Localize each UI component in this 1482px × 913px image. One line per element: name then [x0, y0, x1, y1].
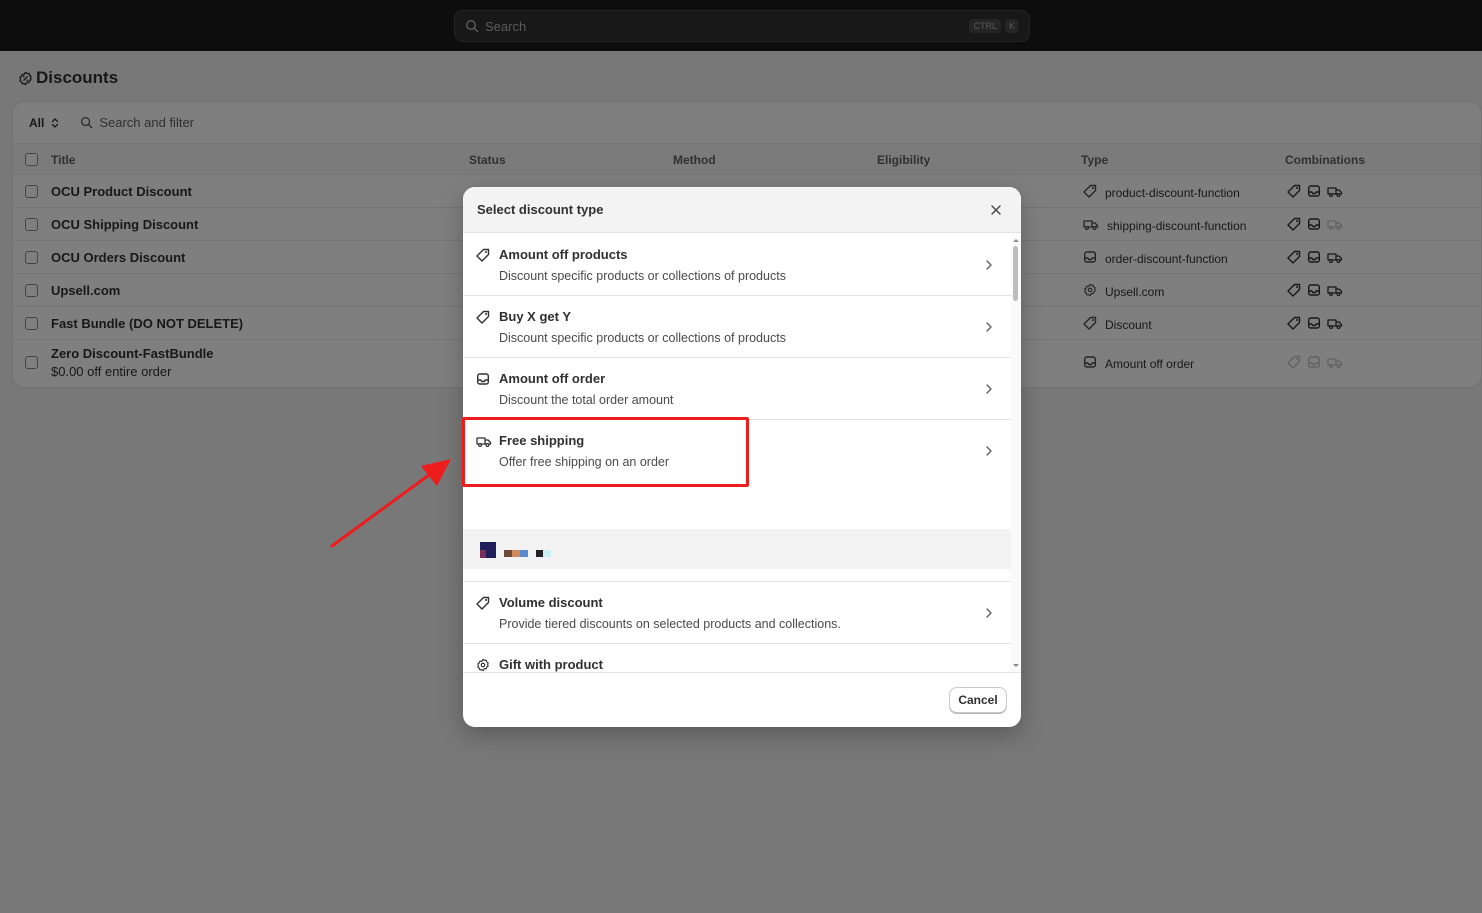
option-title: Amount off order [499, 371, 606, 386]
option-description: Discount specific products or collection… [499, 269, 786, 283]
promo-banner [463, 529, 1011, 569]
tag-icon [476, 248, 490, 265]
app-icon [476, 658, 490, 672]
annotation-arrow-icon [330, 459, 451, 548]
modal-scrollbar[interactable] [1011, 234, 1021, 672]
close-icon[interactable] [989, 203, 1003, 217]
discount-option-amount-off-order[interactable]: Amount off order Discount the total order… [463, 358, 1011, 420]
tag-icon [476, 310, 490, 327]
chevron-right-icon [985, 259, 993, 274]
tag-icon [476, 596, 490, 613]
chevron-right-icon [985, 445, 993, 460]
scroll-down-icon[interactable] [1011, 662, 1021, 670]
modal-footer: Cancel [463, 672, 1021, 727]
discount-option-buy-x-get-y[interactable]: Buy X get Y Discount specific products or… [463, 296, 1011, 358]
option-description: Discount specific products or collection… [499, 331, 786, 345]
option-title: Volume discount [499, 595, 603, 610]
chevron-right-icon [985, 607, 993, 622]
app-logo-icon [480, 542, 551, 558]
discount-option-gift-with-product[interactable]: Gift with product [463, 644, 1011, 672]
option-description: Provide tiered discounts on selected pro… [499, 617, 841, 631]
scrollbar-thumb[interactable] [1013, 246, 1018, 301]
option-title: Buy X get Y [499, 309, 572, 324]
order-icon [476, 372, 490, 389]
option-title: Amount off products [499, 247, 628, 262]
discount-option-amount-off-products[interactable]: Amount off products Discount specific pro… [463, 234, 1011, 296]
option-title: Gift with product [499, 657, 603, 672]
option-description: Discount the total order amount [499, 393, 674, 407]
discount-option-volume-discount[interactable]: Volume discount Provide tiered discounts … [463, 582, 1011, 644]
modal-title: Select discount type [477, 202, 604, 217]
scroll-up-icon[interactable] [1011, 236, 1021, 244]
chevron-right-icon [985, 383, 993, 398]
annotation-highlight-box [462, 417, 749, 487]
cancel-button[interactable]: Cancel [949, 687, 1007, 713]
chevron-right-icon [985, 321, 993, 336]
modal-header: Select discount type [463, 187, 1021, 233]
